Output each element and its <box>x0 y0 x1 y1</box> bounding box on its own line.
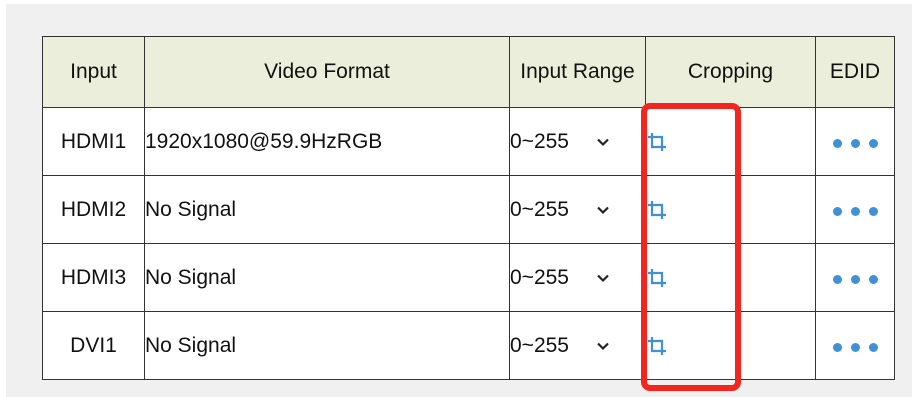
input-range-select[interactable]: 0~255 <box>510 265 611 290</box>
video-format: No Signal <box>144 175 510 244</box>
table-row: DVI1 No Signal 0~255 <box>42 311 895 380</box>
input-name: HDMI3 <box>42 243 145 312</box>
dot-icon <box>850 206 860 216</box>
chevron-down-icon <box>597 138 609 146</box>
input-range-value: 0~255 <box>510 265 569 289</box>
table-header-row: Input Video Format Input Range Cropping … <box>42 36 895 108</box>
input-range-select[interactable]: 0~255 <box>510 129 611 154</box>
chevron-down-icon <box>597 274 609 282</box>
input-name: DVI1 <box>42 311 145 380</box>
crop-icon[interactable] <box>646 335 668 357</box>
dot-icon <box>850 342 860 352</box>
dot-icon <box>832 206 842 216</box>
input-range-select[interactable]: 0~255 <box>510 333 611 358</box>
input-range-value: 0~255 <box>510 197 569 221</box>
dot-icon <box>832 138 842 148</box>
table-row: HDMI1 1920x1080@59.9HzRGB 0~255 <box>42 107 895 176</box>
chevron-down-icon <box>597 206 609 214</box>
edid-more-button[interactable] <box>832 274 878 284</box>
crop-icon[interactable] <box>646 131 668 153</box>
input-range-value: 0~255 <box>510 129 569 153</box>
header-input-range: Input Range <box>509 36 646 108</box>
dot-icon <box>868 138 878 148</box>
input-name: HDMI2 <box>42 175 145 244</box>
input-name: HDMI1 <box>42 107 145 176</box>
video-format: No Signal <box>144 243 510 312</box>
input-table: Input Video Format Input Range Cropping … <box>42 36 895 380</box>
chevron-down-icon <box>597 342 609 350</box>
video-format: No Signal <box>144 311 510 380</box>
crop-icon[interactable] <box>646 267 668 289</box>
crop-icon[interactable] <box>646 199 668 221</box>
header-input: Input <box>42 36 145 108</box>
input-range-value: 0~255 <box>510 333 569 357</box>
edid-more-button[interactable] <box>832 138 878 148</box>
header-edid: EDID <box>815 36 895 108</box>
edid-more-button[interactable] <box>832 342 878 352</box>
dot-icon <box>832 274 842 284</box>
dot-icon <box>832 342 842 352</box>
dot-icon <box>868 206 878 216</box>
header-video-format: Video Format <box>144 36 510 108</box>
table-row: HDMI3 No Signal 0~255 <box>42 243 895 312</box>
dot-icon <box>868 274 878 284</box>
header-cropping: Cropping <box>645 36 816 108</box>
dot-icon <box>850 274 860 284</box>
edid-more-button[interactable] <box>832 206 878 216</box>
table-row: HDMI2 No Signal 0~255 <box>42 175 895 244</box>
input-range-select[interactable]: 0~255 <box>510 197 611 222</box>
video-format: 1920x1080@59.9HzRGB <box>144 107 510 176</box>
dot-icon <box>868 342 878 352</box>
dot-icon <box>850 138 860 148</box>
